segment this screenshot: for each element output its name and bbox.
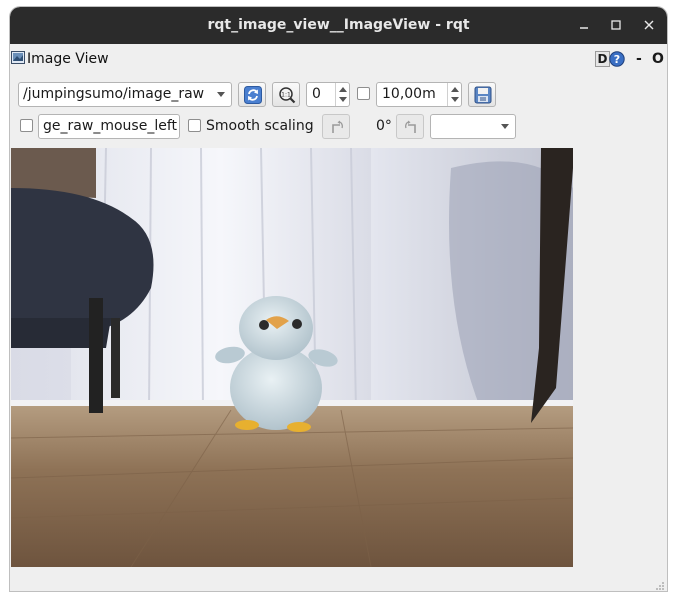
dock-title-bar: Image View D ? - O [10, 49, 667, 69]
svg-text:1:1: 1:1 [281, 92, 291, 99]
spin-down-icon[interactable] [451, 97, 459, 102]
zoom-fit-button[interactable]: 1:1 [272, 82, 300, 107]
debug-button[interactable]: D [595, 51, 610, 67]
distance-value: 10,00m [382, 86, 436, 102]
dock-close-button[interactable]: O [652, 49, 664, 69]
spin-arrows[interactable] [335, 83, 349, 106]
mouse-publish-checkbox[interactable] [20, 119, 33, 132]
svg-text:?: ? [614, 53, 620, 66]
rotation-angle-label: 0° [376, 118, 392, 134]
close-icon[interactable] [640, 16, 658, 34]
spin-up-icon[interactable] [451, 87, 459, 92]
camera-image[interactable] [11, 148, 573, 567]
rotate-right-icon [405, 120, 416, 133]
content-area: Image View D ? - O /jumpingsumo/image_ra… [10, 44, 667, 591]
mouse-topic-input[interactable]: ge_raw_mouse_left [38, 114, 180, 139]
chevron-down-icon [217, 92, 225, 97]
dock-title: Image View [27, 51, 109, 67]
save-image-icon [474, 86, 492, 104]
spin-arrows[interactable] [447, 83, 461, 106]
zoom-value: 0 [312, 86, 321, 102]
camera-image-render [11, 148, 573, 567]
main-window: rqt_image_view__ImageView - rqt Image Vi… [10, 7, 667, 591]
color-scheme-select[interactable] [430, 114, 516, 139]
mouse-topic-value: ge_raw_mouse_left [43, 118, 177, 134]
help-icon[interactable]: ? [609, 51, 625, 67]
image-view-icon [11, 51, 25, 64]
smooth-scaling-label: Smooth scaling [206, 118, 314, 134]
title-bar[interactable]: rqt_image_view__ImageView - rqt [10, 7, 667, 44]
smooth-scaling-checkbox[interactable] [188, 119, 201, 132]
rotate-right-button[interactable] [396, 114, 424, 139]
zoom-spinbox[interactable]: 0 [306, 82, 350, 107]
minimize-icon[interactable] [575, 16, 593, 34]
dynamic-range-checkbox[interactable] [357, 87, 370, 100]
maximize-icon[interactable] [607, 16, 625, 34]
resize-grip-icon[interactable] [655, 579, 665, 590]
max-distance-spinbox[interactable]: 10,00m [376, 82, 462, 107]
zoom-fit-icon: 1:1 [279, 87, 296, 104]
spin-up-icon[interactable] [339, 87, 347, 92]
spin-down-icon[interactable] [339, 97, 347, 102]
refresh-button[interactable] [238, 82, 266, 107]
rotate-left-button[interactable] [322, 114, 350, 139]
rotate-left-icon [332, 120, 343, 133]
dock-minimize-button[interactable]: - [636, 49, 642, 69]
chevron-down-icon [501, 124, 509, 129]
topic-select[interactable]: /jumpingsumo/image_raw [18, 82, 232, 107]
save-image-button[interactable] [468, 82, 496, 107]
window-title: rqt_image_view__ImageView - rqt [207, 17, 470, 33]
refresh-icon [244, 86, 262, 104]
topic-select-value: /jumpingsumo/image_raw [23, 86, 205, 102]
